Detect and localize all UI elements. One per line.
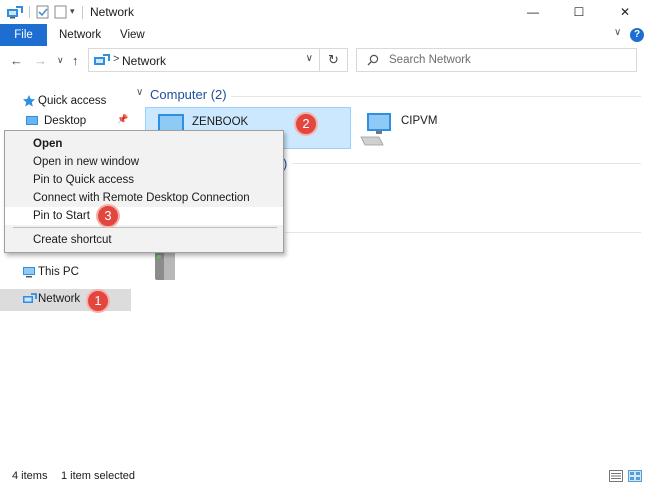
star-icon: [22, 94, 36, 111]
qat-divider-icon: [28, 4, 32, 23]
tab-network[interactable]: Network: [47, 24, 113, 46]
menu-item-pin-to-start[interactable]: Pin to Start: [5, 207, 283, 225]
forward-icon[interactable]: →: [34, 53, 47, 68]
sidebar-item-quick-access[interactable]: Quick access: [0, 91, 131, 113]
properties-icon[interactable]: [36, 4, 50, 23]
step-marker-3: 3: [96, 204, 120, 228]
group-divider: [292, 163, 641, 164]
title-divider: [82, 6, 83, 19]
network-location-icon: [93, 52, 111, 71]
up-icon[interactable]: ↑: [72, 53, 79, 68]
address-bar[interactable]: > Network ∨: [88, 48, 320, 72]
sidebar-item-label: Network: [38, 293, 81, 305]
window-title: Network: [90, 5, 135, 19]
close-button[interactable]: ✕: [602, 0, 648, 24]
computer-name: ZENBOOK: [192, 116, 249, 128]
computer-icon: [22, 265, 36, 282]
maximize-icon: ☐: [573, 5, 585, 19]
menu-item-open-in-new-window[interactable]: Open in new window: [5, 153, 283, 171]
customize-qat-icon[interactable]: ▾: [70, 6, 75, 17]
address-dropdown-icon[interactable]: ∨: [306, 53, 313, 64]
sidebar-item-network[interactable]: Network: [0, 289, 131, 311]
group-header-computer[interactable]: Computer (2): [150, 87, 227, 102]
menu-item-label: Connect with Remote Desktop Connection: [33, 192, 250, 204]
group-divider: [285, 232, 641, 233]
item-count: 4 items: [12, 470, 48, 482]
breadcrumb-separator-icon[interactable]: >: [113, 53, 119, 65]
network-app-icon: [6, 4, 24, 23]
computer-icon: [359, 111, 393, 150]
title-bar: ▾ Network — ☐ ✕: [0, 0, 648, 24]
media-device-icon[interactable]: [150, 248, 184, 287]
menu-separator: [13, 227, 277, 228]
new-folder-icon[interactable]: [54, 4, 68, 23]
computer-tile-cipvm[interactable]: CIPVM: [355, 107, 555, 149]
ribbon-expand-chevron-icon[interactable]: ∨: [614, 27, 621, 38]
search-placeholder: Search Network: [389, 54, 471, 66]
recent-locations-icon[interactable]: ∨: [57, 55, 64, 66]
sidebar-item-label: Quick access: [38, 95, 107, 107]
help-icon[interactable]: ?: [630, 28, 644, 42]
navigation-bar: ← → ∨ ↑ > Network ∨ ↻ Search Network: [0, 46, 648, 76]
context-menu: Open Open in new window Pin to Quick acc…: [4, 130, 284, 253]
large-icons-view-icon[interactable]: [628, 470, 642, 485]
network-icon: [22, 292, 38, 309]
menu-item-label: Open in new window: [33, 156, 140, 168]
step-marker-2: 2: [294, 112, 318, 136]
search-input[interactable]: Search Network: [356, 48, 637, 72]
tab-view[interactable]: View: [108, 24, 157, 46]
ribbon: File Network View ∨ ?: [0, 24, 648, 46]
sidebar-item-this-pc[interactable]: This PC: [0, 262, 131, 284]
menu-item-pin-to-quick-access[interactable]: Pin to Quick access: [5, 171, 283, 189]
group-divider: [231, 96, 641, 97]
menu-item-remote-desktop[interactable]: Connect with Remote Desktop Connection: [5, 189, 283, 207]
step-marker-1: 1: [86, 289, 110, 313]
pin-icon[interactable]: 📌: [117, 114, 128, 125]
refresh-icon: ↻: [328, 52, 339, 67]
menu-item-label: Create shortcut: [33, 234, 112, 246]
maximize-button[interactable]: ☐: [556, 0, 602, 24]
breadcrumb-network[interactable]: Network: [122, 54, 166, 68]
close-icon: ✕: [619, 5, 631, 19]
menu-item-label: Pin to Quick access: [33, 174, 134, 186]
menu-item-label: Pin to Start: [33, 210, 90, 222]
sidebar-item-label: This PC: [38, 266, 79, 278]
refresh-button[interactable]: ↻: [320, 48, 348, 72]
desktop-icon: [25, 114, 39, 131]
details-view-icon[interactable]: [609, 470, 623, 485]
group-collapse-chevron-icon[interactable]: ∨: [136, 87, 143, 98]
selection-count: 1 item selected: [61, 470, 135, 482]
computer-name: CIPVM: [401, 115, 438, 127]
back-icon[interactable]: ←: [10, 53, 23, 68]
menu-item-open[interactable]: Open: [5, 135, 283, 153]
menu-item-create-shortcut[interactable]: Create shortcut: [5, 231, 283, 249]
menu-item-label: Open: [33, 138, 63, 150]
search-icon: [367, 54, 379, 69]
minimize-button[interactable]: —: [510, 0, 556, 24]
sidebar-item-label: Desktop: [44, 115, 87, 127]
minimize-icon: —: [527, 5, 539, 19]
status-bar: 4 items 1 item selected: [0, 466, 648, 485]
tab-file[interactable]: File: [0, 24, 47, 46]
